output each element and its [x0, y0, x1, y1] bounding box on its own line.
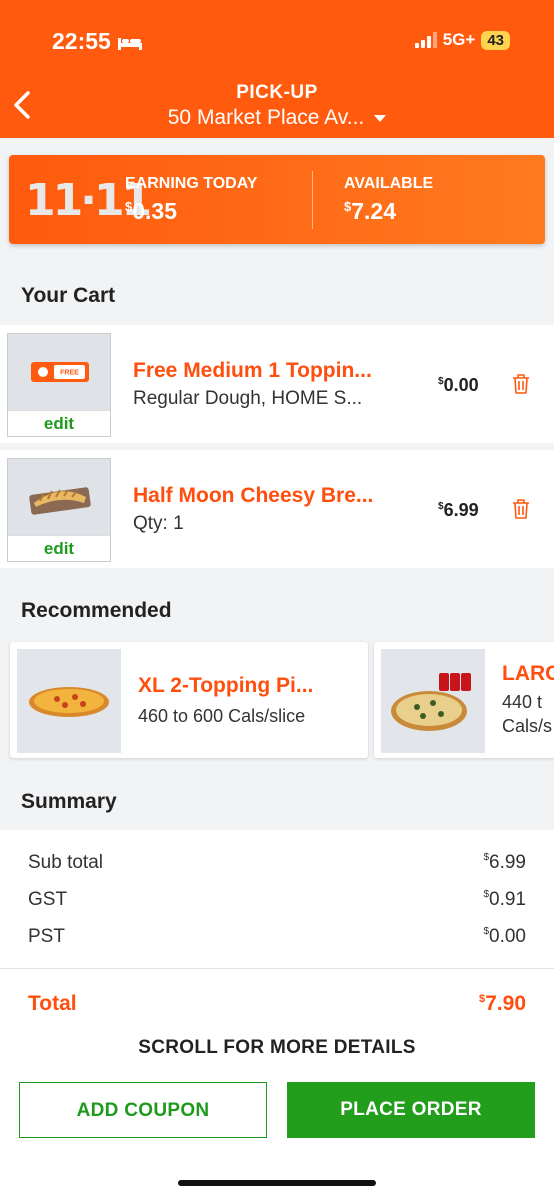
recommended-detail: Cals/s	[502, 716, 553, 736]
summary-row-gst: GST $0.91	[28, 889, 526, 911]
store-address-selector[interactable]: 50 Market Place Av...	[0, 106, 554, 130]
cart-item[interactable]: FREE edit Free Medium 1 Toppin... Regula…	[0, 325, 554, 443]
item-thumbnail[interactable]: edit	[7, 458, 111, 562]
recommended-card[interactable]: XL 2-Topping Pi... 460 to 600 Cals/slice	[10, 642, 368, 758]
trash-icon[interactable]	[511, 373, 531, 395]
summary-panel: Sub total $6.99 GST $0.91 PST $0.00 Tota…	[0, 830, 554, 1028]
recommended-card[interactable]: LARG 440 t Cals/s	[374, 642, 554, 758]
earning-today-value: $0.35	[125, 198, 177, 224]
item-detail: Regular Dough, HOME S...	[133, 388, 363, 409]
item-thumbnail[interactable]: FREE edit	[7, 333, 111, 437]
item-price: $6.99	[438, 500, 479, 520]
summary-label: Sub total	[28, 852, 103, 873]
summary-label: PST	[28, 926, 65, 947]
available-value: $7.24	[344, 198, 396, 224]
status-indicators: 5G+ 43	[414, 30, 510, 50]
action-bar: ADD COUPON PLACE ORDER	[0, 1068, 554, 1200]
status-time: 22:55	[52, 28, 143, 55]
place-order-button[interactable]: PLACE ORDER	[287, 1082, 535, 1138]
header-bar: 22:55 5G+ 43 PICK-UP 50 Market Place Av.…	[0, 0, 554, 138]
network-type: 5G+	[442, 30, 476, 49]
add-coupon-button[interactable]: ADD COUPON	[19, 1082, 267, 1138]
summary-value: $6.99	[483, 852, 526, 873]
item-name: Free Medium 1 Toppin...	[133, 359, 372, 382]
total-value: $7.90	[479, 992, 526, 1015]
summary-value: $0.91	[483, 889, 526, 910]
total-label: Total	[28, 992, 77, 1015]
edit-link[interactable]: edit	[8, 410, 110, 436]
item-price: $0.00	[438, 375, 479, 395]
earning-today-label: EARNING TODAY	[125, 175, 258, 192]
rewards-card[interactable]: 11·11 EARNING TODAY $0.35 AVAILABLE $7.2…	[9, 155, 545, 244]
summary-total: Total $7.90	[28, 992, 526, 1016]
cart-item[interactable]: edit Half Moon Cheesy Bre... Qty: 1 $6.9…	[0, 450, 554, 568]
recommended-detail: 460 to 600 Cals/slice	[138, 706, 306, 726]
battery-icon: 43	[481, 30, 510, 50]
home-indicator[interactable]	[178, 1180, 376, 1186]
pizza-image	[17, 649, 121, 753]
store-address: 50 Market Place Av...	[167, 106, 365, 129]
free-coupon-icon: FREE	[31, 362, 89, 382]
summary-label: GST	[28, 889, 68, 910]
trash-icon[interactable]	[511, 498, 531, 520]
summary-value: $0.00	[483, 926, 526, 947]
edit-link[interactable]: edit	[8, 535, 110, 561]
summary-title: Summary	[21, 790, 117, 813]
summary-row-pst: PST $0.00	[28, 926, 526, 948]
recommended-title: Recommended	[21, 599, 172, 622]
card-divider	[312, 171, 313, 229]
pizza-icon	[29, 687, 109, 717]
pizza-combo-icon	[391, 673, 471, 731]
cart-title: Your Cart	[21, 284, 116, 307]
scroll-hint: SCROLL FOR MORE DETAILS	[0, 1028, 554, 1068]
recommended-name: XL 2-Topping Pi...	[138, 674, 314, 697]
status-time-text: 22:55	[52, 28, 111, 54]
available-label: AVAILABLE	[344, 175, 434, 192]
cellular-signal-icon	[414, 32, 437, 48]
cheesy-bread-image	[29, 487, 91, 515]
item-name: Half Moon Cheesy Bre...	[133, 484, 374, 507]
free-badge-text: FREE	[60, 370, 79, 377]
sleep-focus-icon	[117, 37, 142, 50]
recommended-name: LARG	[502, 662, 554, 685]
recommended-detail: 440 t	[502, 692, 543, 712]
page-title: PICK-UP	[236, 82, 318, 103]
item-detail: Qty: 1	[133, 513, 184, 534]
pizza-combo-image	[381, 649, 485, 753]
summary-divider	[0, 968, 554, 969]
summary-row-subtotal: Sub total $6.99	[28, 852, 526, 874]
chevron-down-icon	[374, 114, 387, 122]
